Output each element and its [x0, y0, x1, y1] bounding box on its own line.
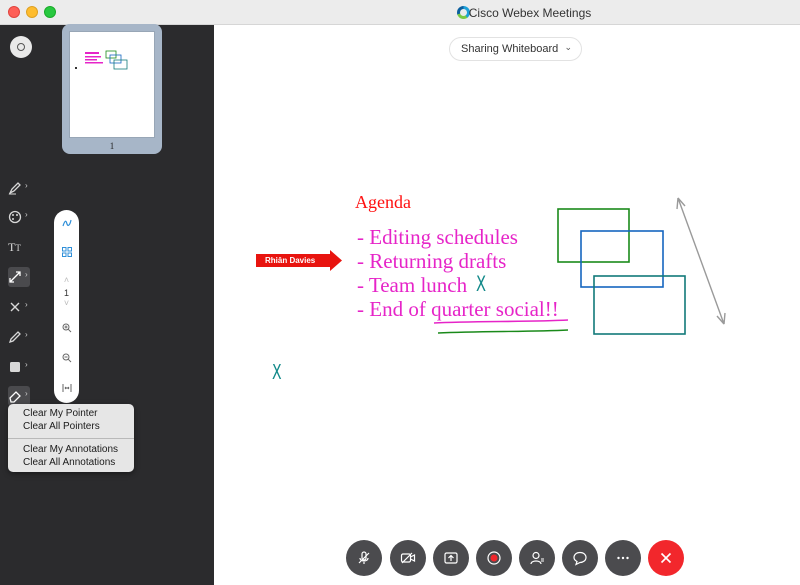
- more-icon: [617, 556, 629, 560]
- menu-divider: [8, 438, 134, 439]
- chat-icon: [573, 551, 587, 566]
- video-icon: [400, 552, 416, 564]
- clear-all-annotations-item[interactable]: Clear All Annotations: [23, 457, 115, 468]
- agenda-item: - Returning drafts: [357, 249, 507, 273]
- pen-tool-button[interactable]: ›: [8, 327, 30, 347]
- text-icon: TT: [8, 239, 21, 254]
- end-meeting-button[interactable]: [648, 540, 684, 576]
- share-icon: [444, 552, 458, 564]
- handwritten-x-mark: X: [272, 360, 282, 384]
- text-tool-button[interactable]: TT: [8, 237, 30, 257]
- close-icon: [10, 302, 20, 312]
- grid-view-button[interactable]: [54, 247, 79, 259]
- record-icon: [487, 551, 501, 565]
- square-icon: [10, 362, 20, 372]
- clear-my-pointer-item[interactable]: Clear My Pointer: [23, 408, 97, 419]
- chevron-right-icon: ›: [25, 389, 28, 398]
- clear-tool-button[interactable]: ›: [8, 297, 30, 317]
- chevron-right-icon: ›: [25, 330, 28, 339]
- agenda-item: - Editing schedules: [357, 225, 518, 249]
- chevron-right-icon: ›: [25, 270, 28, 279]
- agenda-item: - Team lunch: [357, 273, 468, 297]
- clear-all-pointers-item[interactable]: Clear All Pointers: [23, 421, 100, 432]
- mute-button[interactable]: [346, 540, 382, 576]
- thumbnail-page: [69, 31, 155, 138]
- window-title: Cisco Webex Meetings: [468, 6, 592, 20]
- mute-icon: [358, 551, 370, 564]
- participants-icon: [530, 551, 544, 565]
- chevron-right-icon: ›: [25, 210, 28, 219]
- eraser-menu: Clear My Pointer Clear All Pointers Clea…: [8, 404, 134, 472]
- double-arrow-annotation: [676, 197, 726, 325]
- pointer-color-icon: [8, 210, 22, 224]
- grid-icon: [61, 247, 72, 257]
- annotate-tool-button[interactable]: ›: [8, 178, 30, 198]
- agenda-title: Agenda: [355, 192, 411, 212]
- pointer-color-tool-button[interactable]: ›: [8, 207, 30, 227]
- pointer-name-tag: Rhiân Davies: [256, 254, 328, 267]
- annotation-toggle-button[interactable]: [54, 218, 79, 230]
- end-call-icon: [660, 552, 672, 564]
- chevron-down-icon[interactable]: ˅: [54, 298, 79, 308]
- zoom-out-button[interactable]: [54, 353, 79, 365]
- share-button[interactable]: [433, 540, 469, 576]
- arrow-tool-button[interactable]: ›: [8, 267, 30, 287]
- chevron-right-icon: ›: [25, 300, 28, 309]
- chevron-up-icon[interactable]: ˄: [54, 275, 79, 285]
- squiggle-icon: [61, 219, 72, 227]
- sharing-status-dropdown[interactable]: Sharing Whiteboard ⌄: [449, 37, 582, 61]
- eraser-icon: [9, 391, 21, 403]
- zoom-toolbar: ˄ 1 ˅: [54, 210, 79, 403]
- zoom-in-button[interactable]: [54, 323, 79, 335]
- shape-tool-button[interactable]: ›: [8, 357, 30, 377]
- zoom-out-icon: [62, 353, 71, 363]
- title-bar: Cisco Webex Meetings: [0, 0, 800, 25]
- more-options-button[interactable]: [605, 540, 641, 576]
- chevron-right-icon: ›: [25, 181, 28, 190]
- video-button[interactable]: [390, 540, 426, 576]
- clear-my-annotations-item[interactable]: Clear My Annotations: [23, 444, 118, 455]
- page-thumbnail[interactable]: 1: [62, 24, 162, 154]
- participants-button[interactable]: [519, 540, 555, 576]
- chevron-right-icon: ›: [25, 360, 28, 369]
- arrow-icon: [9, 271, 21, 283]
- chevron-down-icon: ⌄: [564, 42, 572, 52]
- annotate-icon: [8, 182, 21, 195]
- sharing-label: Sharing Whiteboard: [461, 43, 559, 55]
- pen-icon: [8, 331, 21, 344]
- collapse-panel-button[interactable]: [10, 36, 32, 58]
- zoom-in-icon: [62, 323, 71, 333]
- handwritten-x-mark: X: [476, 272, 487, 296]
- eraser-tool-button[interactable]: ›: [8, 386, 30, 406]
- pointer-arrow-icon: [326, 250, 342, 271]
- thumbnail-page-number: 1: [109, 141, 115, 151]
- fit-width-button[interactable]: [54, 383, 79, 395]
- page-number-field[interactable]: 1: [54, 288, 79, 298]
- thumbnail-preview: [75, 50, 128, 70]
- chat-button[interactable]: [562, 540, 598, 576]
- record-button[interactable]: [476, 540, 512, 576]
- fit-width-icon: [62, 384, 71, 392]
